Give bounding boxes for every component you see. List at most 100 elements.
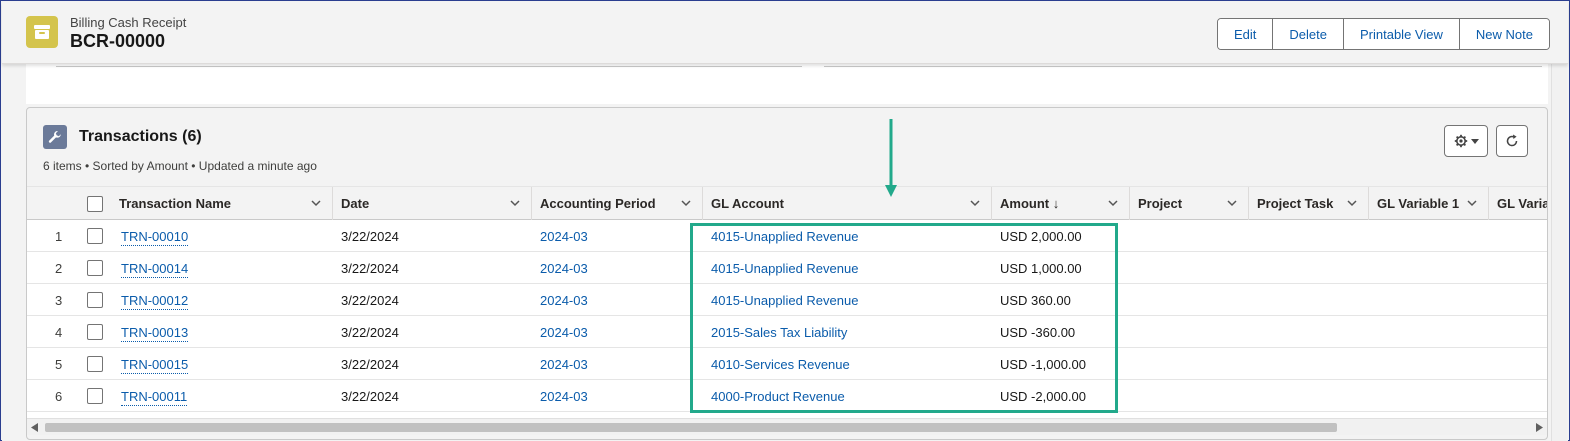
table-row: 5 TRN-00015 3/22/2024 2024-03 4010-Servi… [27, 348, 1547, 380]
row-number: 6 [55, 389, 63, 404]
related-list-status: 6 items • Sorted by Amount • Updated a m… [43, 159, 317, 173]
table-row: 1 TRN-00010 3/22/2024 2024-03 4015-Unapp… [27, 220, 1547, 252]
gl-account-link[interactable]: 4015-Unapplied Revenue [711, 293, 858, 308]
gl-account-link[interactable]: 4000-Product Revenue [711, 389, 845, 404]
select-all-checkbox[interactable] [87, 196, 103, 212]
transaction-name-link[interactable]: TRN-00013 [121, 325, 189, 342]
column-header-project-task[interactable]: Project Task [1249, 187, 1369, 220]
column-label: Project [1138, 196, 1183, 211]
accounting-period-link[interactable]: 2024-03 [540, 261, 588, 276]
amount-cell: USD 1,000.00 [1000, 261, 1082, 276]
object-type-label: Billing Cash Receipt [70, 15, 187, 30]
scrollbar-thumb[interactable] [45, 423, 1337, 432]
chevron-down-icon[interactable] [1226, 197, 1238, 209]
column-header-accounting-period[interactable]: Accounting Period [532, 187, 703, 220]
new-note-button[interactable]: New Note [1459, 19, 1549, 49]
row-checkbox[interactable] [87, 388, 103, 404]
chevron-down-icon[interactable] [1346, 197, 1358, 209]
scroll-right-arrow-icon[interactable] [1536, 423, 1543, 432]
row-number: 2 [55, 261, 63, 276]
transaction-name-link[interactable]: TRN-00014 [121, 261, 189, 278]
column-label: GL Account [711, 196, 784, 211]
accounting-period-link[interactable]: 2024-03 [540, 293, 588, 308]
edit-button[interactable]: Edit [1218, 19, 1274, 49]
record-body: Transactions (6) 6 items • Sorted by Amo… [2, 64, 1568, 441]
gl-account-link[interactable]: 2015-Sales Tax Liability [711, 325, 847, 340]
transaction-name-link[interactable]: TRN-00012 [121, 293, 189, 310]
column-header-project[interactable]: Project [1130, 187, 1249, 220]
record-title: BCR-00000 [70, 31, 166, 51]
list-settings-button[interactable] [1444, 125, 1488, 157]
gl-account-link[interactable]: 4015-Unapplied Revenue [711, 229, 858, 244]
column-header-transaction-name[interactable]: Transaction Name [111, 187, 333, 220]
column-label: Amount ↓ [1000, 196, 1060, 211]
chevron-down-icon[interactable] [1466, 197, 1478, 209]
transaction-name-link[interactable]: TRN-00011 [121, 389, 188, 406]
transactions-table: Transaction Name Date Accounting Period … [27, 186, 1548, 418]
divider [824, 66, 1542, 67]
amount-cell: USD 360.00 [1000, 293, 1071, 308]
date-cell: 3/22/2024 [341, 357, 399, 372]
column-label: Date [341, 196, 370, 211]
accounting-period-link[interactable]: 2024-03 [540, 229, 588, 244]
details-section-bottom [26, 64, 1548, 104]
gl-account-link[interactable]: 4010-Services Revenue [711, 357, 850, 372]
chevron-down-icon[interactable] [509, 197, 521, 209]
delete-button[interactable]: Delete [1273, 19, 1344, 49]
table-row: 3 TRN-00012 3/22/2024 2024-03 4015-Unapp… [27, 284, 1547, 316]
column-header-gl-variable-2[interactable]: GL Varia [1489, 187, 1548, 220]
amount-cell: USD -1,000.00 [1000, 357, 1086, 372]
accounting-period-link[interactable]: 2024-03 [540, 389, 588, 404]
billing-receipt-icon [26, 16, 58, 48]
chevron-down-icon[interactable] [680, 197, 692, 209]
accounting-period-link[interactable]: 2024-03 [540, 325, 588, 340]
amount-cell: USD -360.00 [1000, 325, 1076, 340]
date-cell: 3/22/2024 [341, 261, 399, 276]
related-list-title[interactable]: Transactions (6) [79, 128, 202, 146]
chevron-down-icon[interactable] [1107, 197, 1119, 209]
transactions-related-list: Transactions (6) 6 items • Sorted by Amo… [26, 107, 1548, 440]
chevron-down-icon[interactable] [310, 197, 322, 209]
accounting-period-link[interactable]: 2024-03 [540, 357, 588, 372]
row-number: 5 [55, 357, 63, 372]
column-label: Transaction Name [119, 196, 231, 211]
printable-view-button[interactable]: Printable View [1343, 19, 1460, 49]
amount-cell: USD -2,000.00 [1000, 389, 1086, 404]
window-frame: Billing Cash Receipt BCR-00000 Edit Dele… [0, 0, 1570, 441]
table-row: 6 TRN-00011 3/22/2024 2024-03 4000-Produ… [27, 380, 1547, 412]
row-checkbox[interactable] [87, 260, 103, 276]
table-row: 4 TRN-00013 3/22/2024 2024-03 2015-Sales… [27, 316, 1547, 348]
row-checkbox[interactable] [87, 324, 103, 340]
record-actions: Edit Delete Printable View New Note [1217, 18, 1550, 50]
row-checkbox[interactable] [87, 228, 103, 244]
row-number: 3 [55, 293, 63, 308]
horizontal-scrollbar[interactable] [27, 418, 1547, 435]
caret-down-icon [1470, 138, 1479, 144]
column-header-date[interactable]: Date [333, 187, 532, 220]
table-row: 2 TRN-00014 3/22/2024 2024-03 4015-Unapp… [27, 252, 1547, 284]
annotation-arrow-icon [885, 119, 897, 197]
date-cell: 3/22/2024 [341, 389, 399, 404]
date-cell: 3/22/2024 [341, 229, 399, 244]
gl-account-link[interactable]: 4015-Unapplied Revenue [711, 261, 858, 276]
transaction-name-link[interactable]: TRN-00010 [121, 229, 189, 246]
wrench-icon [43, 125, 67, 149]
column-header-gl-account[interactable]: GL Account [703, 187, 992, 220]
column-header-gl-variable-1[interactable]: GL Variable 1 [1369, 187, 1489, 220]
column-header-amount[interactable]: Amount ↓ [992, 187, 1130, 220]
row-number: 1 [55, 229, 63, 244]
chevron-down-icon[interactable] [969, 197, 981, 209]
column-label: Accounting Period [540, 196, 656, 211]
column-label: GL Varia [1497, 196, 1548, 211]
date-cell: 3/22/2024 [341, 325, 399, 340]
refresh-icon [1506, 134, 1518, 147]
scroll-left-arrow-icon[interactable] [31, 423, 38, 432]
row-checkbox[interactable] [87, 356, 103, 372]
transaction-name-link[interactable]: TRN-00015 [121, 357, 189, 374]
divider [56, 66, 802, 67]
vertical-scrollbar[interactable] [1551, 64, 1567, 441]
row-checkbox[interactable] [87, 292, 103, 308]
record-header: Billing Cash Receipt BCR-00000 Edit Dele… [2, 2, 1568, 64]
refresh-button[interactable] [1496, 125, 1528, 157]
column-label: GL Variable 1 [1377, 196, 1460, 211]
